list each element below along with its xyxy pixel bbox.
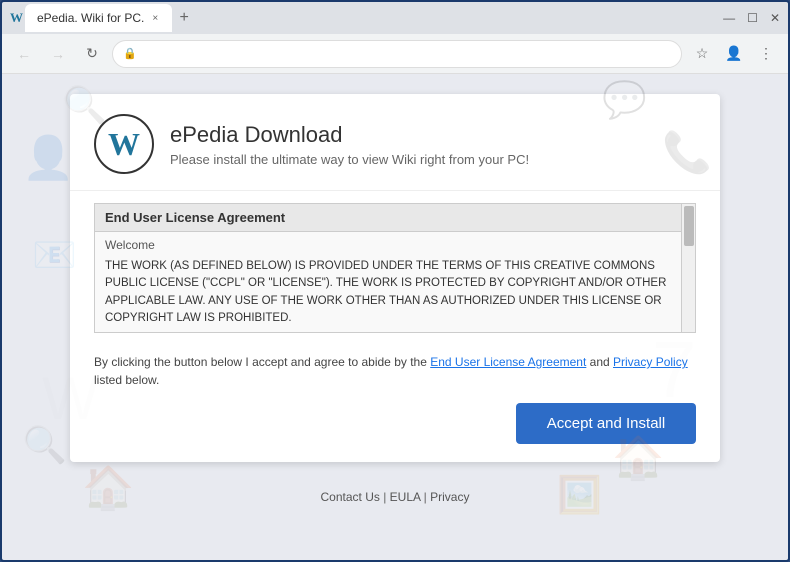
title-bar: W ePedia. Wiki for PC. × + — ☐ ✕ bbox=[2, 2, 788, 34]
agreement-text-between: and bbox=[586, 355, 613, 369]
agreement-text-after: listed below. bbox=[94, 373, 159, 387]
eula-scrollbar[interactable] bbox=[681, 204, 695, 332]
footer-sep2: | bbox=[420, 490, 430, 504]
nav-bar: ← → ↻ 🔒 ☆ 👤 ⋮ bbox=[2, 34, 788, 74]
logo-star: ★ bbox=[143, 114, 154, 127]
header-text: ePedia Download Please install the ultim… bbox=[170, 122, 529, 167]
eula-link[interactable]: End User License Agreement bbox=[430, 355, 586, 369]
eula-box[interactable]: End User License Agreement Welcome THE W… bbox=[94, 203, 696, 333]
active-tab[interactable]: ePedia. Wiki for PC. × bbox=[25, 4, 172, 32]
maximize-button[interactable]: ☐ bbox=[747, 11, 758, 25]
window-controls: — ☐ ✕ bbox=[723, 11, 780, 25]
page-footer: Contact Us | EULA | Privacy bbox=[313, 482, 478, 512]
forward-button[interactable]: → bbox=[44, 40, 72, 68]
browser-window: W ePedia. Wiki for PC. × + — ☐ ✕ ← → ↻ 🔒… bbox=[0, 0, 790, 562]
eula-welcome: Welcome bbox=[105, 238, 685, 252]
button-row: Accept and Install bbox=[70, 393, 720, 462]
contact-link[interactable]: Contact Us bbox=[321, 490, 380, 504]
tab-bar: W ePedia. Wiki for PC. × + bbox=[10, 4, 719, 32]
back-button[interactable]: ← bbox=[10, 40, 38, 68]
nav-right-icons: ☆ 👤 ⋮ bbox=[688, 40, 780, 68]
profile-button[interactable]: 👤 bbox=[720, 40, 748, 68]
footer-sep1: | bbox=[380, 490, 390, 504]
eula-title: End User License Agreement bbox=[95, 204, 695, 232]
page-content: 🔍 👤 💬 📞 📧 💬 🔉 🔍 🏠 🏠 🖼️ 7 W W ★ bbox=[2, 74, 788, 560]
accept-install-button[interactable]: Accept and Install bbox=[516, 403, 696, 444]
address-bar[interactable]: 🔒 bbox=[112, 40, 682, 68]
eula-section: End User License Agreement Welcome THE W… bbox=[70, 191, 720, 345]
close-window-button[interactable]: ✕ bbox=[770, 11, 780, 25]
browser-favicon: W bbox=[10, 10, 23, 26]
agreement-text: By clicking the button below I accept an… bbox=[70, 345, 720, 393]
tab-close-button[interactable]: × bbox=[150, 13, 160, 24]
new-tab-button[interactable]: + bbox=[172, 6, 196, 30]
card-header: W ★ ePedia Download Please install the u… bbox=[70, 94, 720, 191]
wp-logo: W ★ bbox=[94, 114, 154, 174]
scrollbar-thumb[interactable] bbox=[684, 206, 694, 246]
minimize-button[interactable]: — bbox=[723, 11, 735, 25]
app-title: ePedia Download bbox=[170, 122, 529, 148]
privacy-footer-link[interactable]: Privacy bbox=[430, 490, 469, 504]
menu-button[interactable]: ⋮ bbox=[752, 40, 780, 68]
wp-logo-letter: W bbox=[108, 126, 140, 163]
bookmark-button[interactable]: ☆ bbox=[688, 40, 716, 68]
main-card: W ★ ePedia Download Please install the u… bbox=[70, 94, 720, 462]
eula-content: Welcome THE WORK (AS DEFINED BELOW) IS P… bbox=[95, 232, 695, 333]
agreement-text-before: By clicking the button below I accept an… bbox=[94, 355, 430, 369]
app-subtitle: Please install the ultimate way to view … bbox=[170, 152, 529, 167]
privacy-link[interactable]: Privacy Policy bbox=[613, 355, 688, 369]
tab-title: ePedia. Wiki for PC. bbox=[37, 11, 144, 25]
eula-footer-link[interactable]: EULA bbox=[390, 490, 421, 504]
refresh-button[interactable]: ↻ bbox=[78, 40, 106, 68]
lock-icon: 🔒 bbox=[123, 47, 137, 60]
eula-body: THE WORK (AS DEFINED BELOW) IS PROVIDED … bbox=[105, 258, 685, 327]
